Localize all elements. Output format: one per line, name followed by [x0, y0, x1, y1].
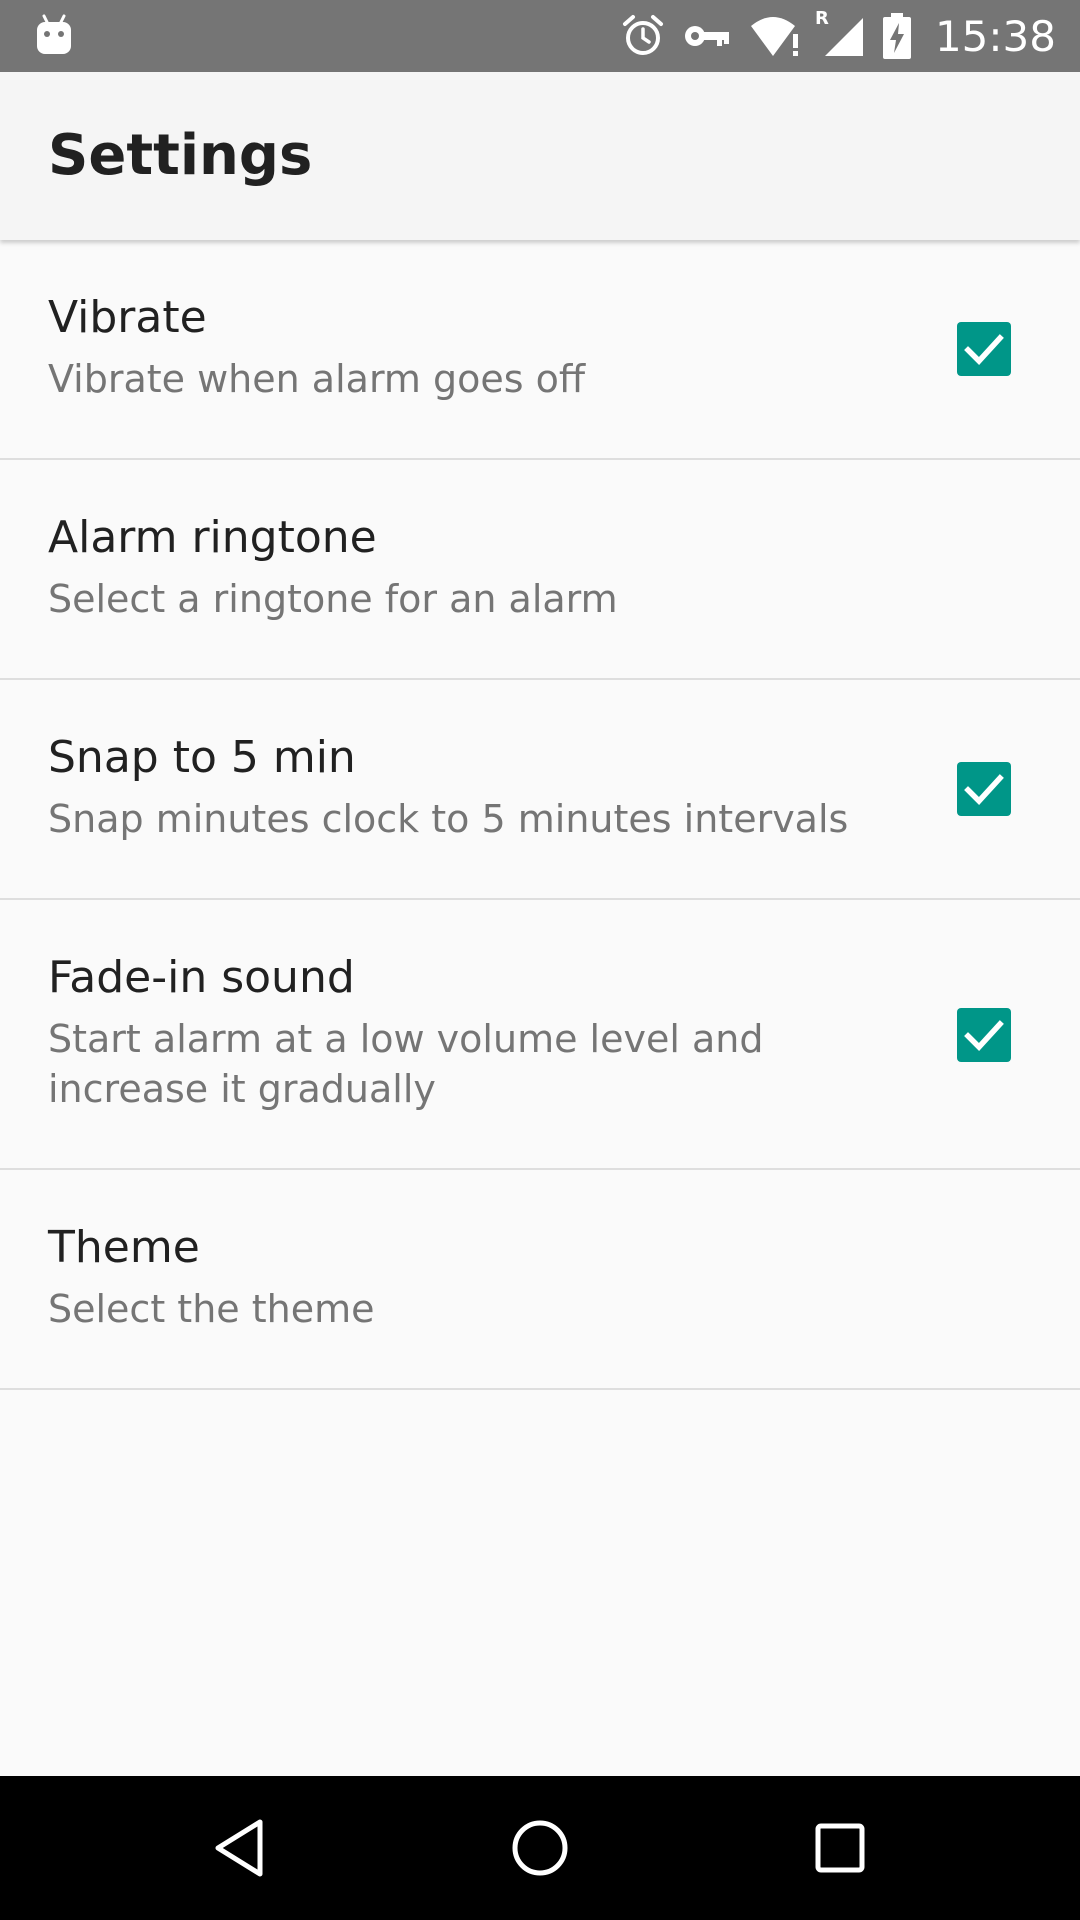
setting-summary: Select a ringtone for an alarm: [48, 577, 618, 621]
setting-summary: Select the theme: [48, 1287, 375, 1331]
status-bar: R 15:38: [0, 0, 1080, 72]
status-icons: R 15:38: [621, 0, 1056, 72]
home-icon: [512, 1820, 568, 1876]
setting-fade-in-sound[interactable]: Fade-in sound Start alarm at a low volum…: [0, 900, 1080, 1170]
setting-vibrate[interactable]: Vibrate Vibrate when alarm goes off: [0, 240, 1080, 460]
setting-summary: Snap minutes clock to 5 minutes interval…: [48, 797, 849, 841]
setting-summary: Vibrate when alarm goes off: [48, 357, 586, 401]
settings-list: Vibrate Vibrate when alarm goes off Alar…: [0, 240, 1080, 1390]
back-icon: [215, 1819, 263, 1877]
snap-checkbox[interactable]: [957, 762, 1011, 816]
setting-summary: Start alarm at a low volume level and in…: [48, 1017, 764, 1111]
navigation-bar: [0, 1776, 1080, 1920]
setting-title: Fade-in sound: [48, 952, 355, 1003]
wifi-alert-icon: [749, 14, 801, 58]
setting-snap-to-5-min[interactable]: Snap to 5 min Snap minutes clock to 5 mi…: [0, 680, 1080, 900]
checkmark-icon: [964, 334, 1004, 365]
vpn-key-icon: [683, 14, 731, 58]
back-button[interactable]: [204, 1812, 276, 1884]
fade-in-checkbox[interactable]: [957, 1008, 1011, 1062]
setting-title: Vibrate: [48, 292, 207, 343]
battery-charging-icon: [882, 13, 911, 59]
vibrate-checkbox[interactable]: [957, 322, 1011, 376]
setting-alarm-ringtone[interactable]: Alarm ringtone Select a ringtone for an …: [0, 460, 1080, 680]
android-notification-icon: [36, 14, 72, 56]
recents-icon: [815, 1823, 865, 1873]
setting-title: Theme: [48, 1222, 200, 1273]
checkmark-icon: [964, 774, 1004, 805]
roaming-signal-icon: R: [815, 8, 865, 58]
page-title: Settings: [48, 123, 313, 188]
recents-button[interactable]: [804, 1812, 876, 1884]
status-time: 15:38: [934, 11, 1056, 61]
setting-theme[interactable]: Theme Select the theme: [0, 1170, 1080, 1390]
app-bar: Settings: [0, 72, 1080, 240]
checkmark-icon: [964, 1020, 1004, 1051]
home-button[interactable]: [504, 1812, 576, 1884]
setting-title: Alarm ringtone: [48, 512, 377, 563]
settings-screen: R 15:38 Settings Vibrate Vibrate when al…: [0, 0, 1080, 1920]
setting-title: Snap to 5 min: [48, 732, 356, 783]
alarm-icon: [621, 14, 665, 58]
